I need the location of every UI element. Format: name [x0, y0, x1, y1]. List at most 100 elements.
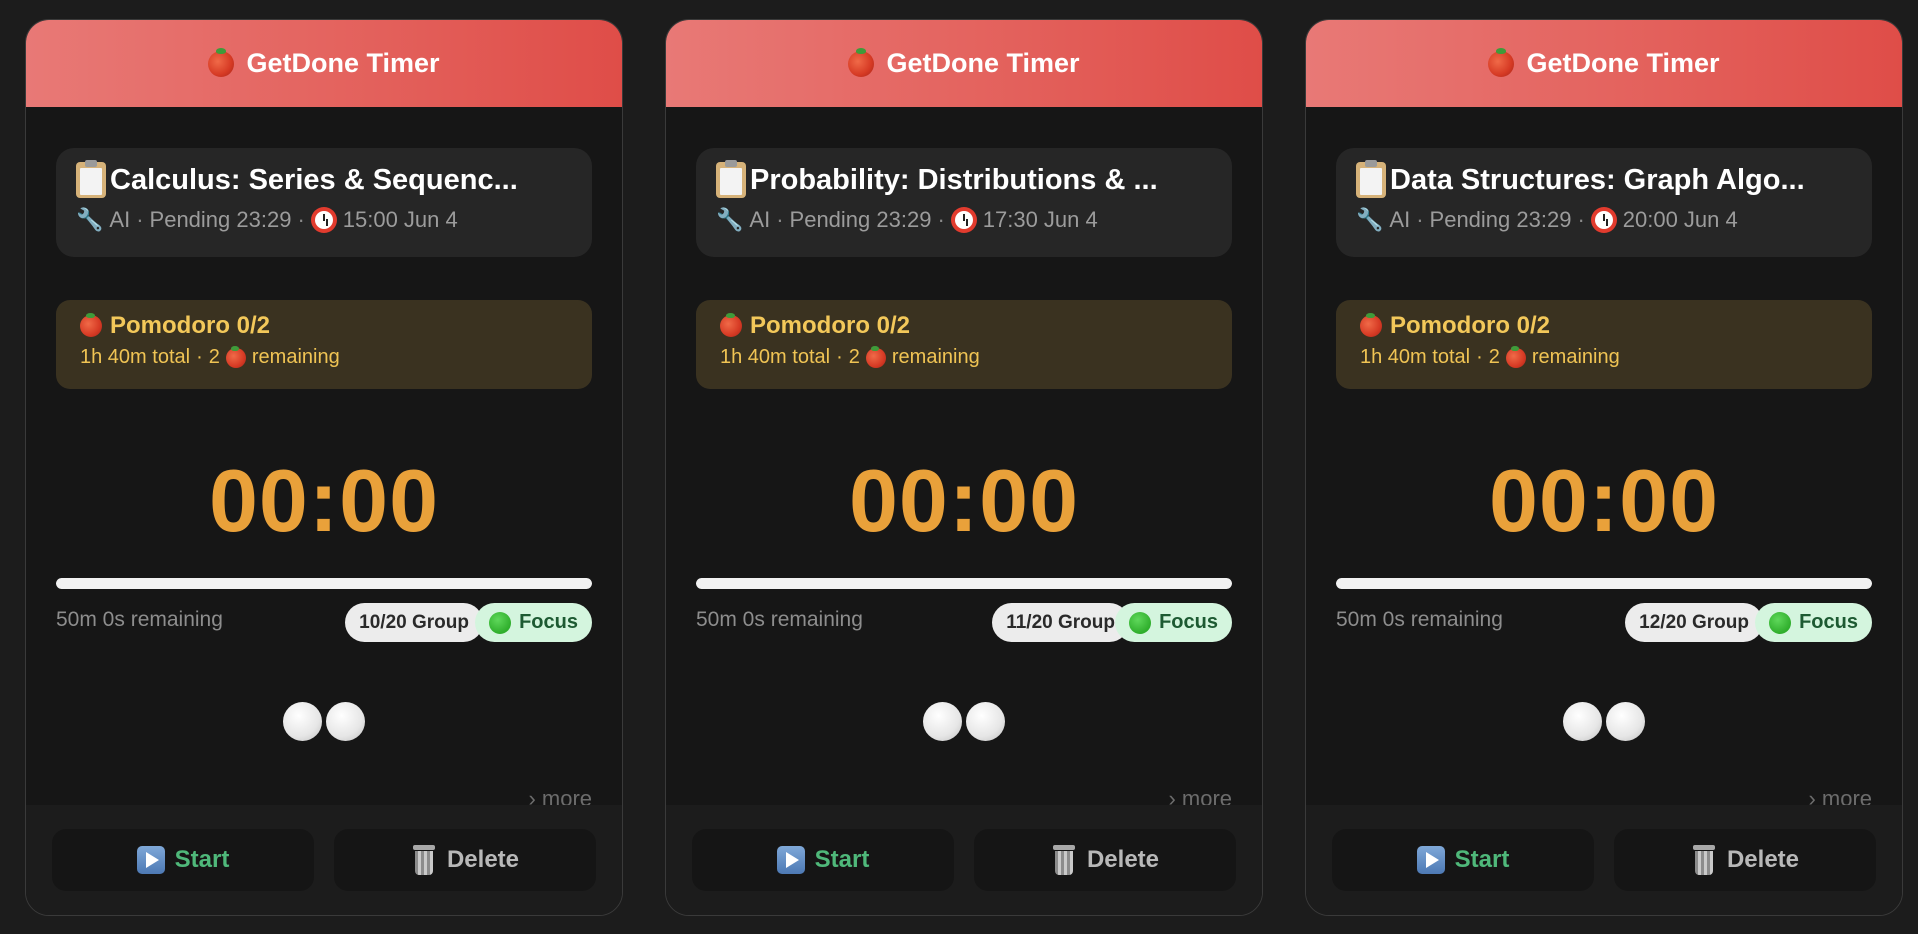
pomodoro-remaining-label: remaining	[251, 346, 340, 368]
task-info[interactable]: Data Structures: Graph Algo... 🔧 AI · Pe…	[1336, 148, 1872, 257]
pomodoro-total: 1h 40m total	[1360, 346, 1471, 368]
pomodoro-title-row: Pomodoro 0/2	[1360, 312, 1848, 340]
tomato-icon	[225, 345, 246, 368]
session-indicators	[26, 702, 622, 741]
card-header: GetDone Timer	[26, 20, 622, 107]
pomodoro-summary: 1h 40m total · 2 remaining	[1360, 345, 1848, 369]
remaining-time: 50m 0s remaining	[56, 608, 223, 631]
green-circle-icon	[1129, 611, 1152, 634]
timer-card: GetDone Timer Data Structures: Graph Alg…	[1305, 19, 1903, 916]
focus-label: Focus	[1159, 611, 1218, 633]
card-header: GetDone Timer	[666, 20, 1262, 107]
separator: ·	[937, 207, 945, 232]
task-status: Pending 23:29	[789, 207, 932, 232]
white-circle-icon	[923, 702, 962, 741]
pomodoro-summary: 1h 40m total · 2 remaining	[720, 345, 1208, 369]
delete-label: Delete	[1086, 846, 1160, 873]
progress-bar	[696, 578, 1232, 589]
card-footer: Start Delete	[26, 805, 622, 915]
trash-icon	[411, 845, 437, 875]
card-header: GetDone Timer	[1306, 20, 1902, 107]
start-button[interactable]: Start	[1332, 829, 1594, 891]
play-icon	[136, 846, 165, 874]
tomato-icon	[1505, 345, 1526, 368]
pomodoro-title: Pomodoro 0/2	[750, 312, 911, 339]
pomodoro-title-row: Pomodoro 0/2	[720, 312, 1208, 340]
separator: ·	[1416, 207, 1424, 232]
pomodoro-remaining-label: remaining	[1531, 346, 1620, 368]
remaining-time: 50m 0s remaining	[696, 608, 863, 631]
start-button[interactable]: Start	[52, 829, 314, 891]
progress-fill	[1336, 578, 1872, 589]
pomodoro-count: 2	[1488, 346, 1500, 368]
wrench-icon: 🔧	[716, 207, 744, 232]
delete-button[interactable]: Delete	[974, 829, 1236, 891]
task-info[interactable]: Probability: Distributions & ... 🔧 AI · …	[696, 148, 1232, 257]
task-source: AI	[109, 207, 131, 232]
task-title: Data Structures: Graph Algo...	[1390, 163, 1805, 196]
timer-display: 00:00	[1488, 451, 1720, 550]
task-title: Calculus: Series & Sequenc...	[110, 163, 518, 196]
header-title: GetDone Timer	[246, 48, 440, 78]
alarm-clock-icon	[310, 207, 337, 233]
green-circle-icon	[489, 611, 512, 634]
clipboard-icon	[76, 160, 106, 198]
task-title-row: Probability: Distributions & ...	[716, 158, 1212, 202]
white-circle-icon	[1563, 702, 1602, 741]
start-label: Start	[174, 846, 230, 873]
pomodoro-title: Pomodoro 0/2	[1390, 312, 1551, 339]
clipboard-icon	[1356, 160, 1386, 198]
task-due: 15:00 Jun 4	[342, 207, 458, 232]
card-footer: Start Delete	[666, 805, 1262, 915]
white-circle-icon	[283, 702, 322, 741]
separator: ·	[297, 207, 305, 232]
start-button[interactable]: Start	[692, 829, 954, 891]
play-icon	[776, 846, 805, 874]
task-status: Pending 23:29	[1429, 207, 1572, 232]
pomodoro-total: 1h 40m total	[720, 346, 831, 368]
delete-button[interactable]: Delete	[334, 829, 596, 891]
card-footer: Start Delete	[1306, 805, 1902, 915]
tomato-icon	[865, 345, 886, 368]
separator: ·	[836, 346, 843, 368]
separator: ·	[136, 207, 144, 232]
separator: ·	[1577, 207, 1585, 232]
session-indicators	[666, 702, 1262, 741]
header-title: GetDone Timer	[1526, 48, 1720, 78]
green-circle-icon	[1769, 611, 1792, 634]
timer-card: GetDone Timer Probability: Distributions…	[665, 19, 1263, 916]
play-icon	[1416, 846, 1445, 874]
trash-icon	[1691, 845, 1717, 875]
white-circle-icon	[1606, 702, 1645, 741]
tomato-icon	[848, 47, 875, 77]
session-indicators	[1306, 702, 1902, 741]
focus-badge: Focus	[1115, 603, 1232, 642]
pomodoro-title: Pomodoro 0/2	[110, 312, 271, 339]
separator: ·	[1476, 346, 1483, 368]
group-badge: 12/20 Group	[1625, 603, 1763, 642]
task-meta: 🔧 AI · Pending 23:29 · 20:00 Jun 4	[1356, 207, 1852, 233]
progress-bar	[1336, 578, 1872, 589]
task-source: AI	[749, 207, 771, 232]
trash-icon	[1051, 845, 1077, 875]
tomato-icon	[80, 313, 102, 337]
focus-label: Focus	[1799, 611, 1858, 633]
task-due: 20:00 Jun 4	[1622, 207, 1738, 232]
white-circle-icon	[966, 702, 1005, 741]
clipboard-icon	[716, 160, 746, 198]
group-badge: 10/20 Group	[345, 603, 483, 642]
delete-button[interactable]: Delete	[1614, 829, 1876, 891]
task-info[interactable]: Calculus: Series & Sequenc... 🔧 AI · Pen…	[56, 148, 592, 257]
task-source: AI	[1389, 207, 1411, 232]
wrench-icon: 🔧	[76, 207, 104, 232]
task-status: Pending 23:29	[149, 207, 292, 232]
alarm-clock-icon	[1590, 207, 1617, 233]
start-label: Start	[1454, 846, 1510, 873]
task-meta: 🔧 AI · Pending 23:29 · 17:30 Jun 4	[716, 207, 1212, 233]
group-badge: 11/20 Group	[992, 603, 1129, 642]
remaining-time: 50m 0s remaining	[1336, 608, 1503, 631]
pomodoro-panel: Pomodoro 0/2 1h 40m total · 2 remaining	[56, 300, 592, 389]
pomodoro-panel: Pomodoro 0/2 1h 40m total · 2 remaining	[696, 300, 1232, 389]
pomodoro-title-row: Pomodoro 0/2	[80, 312, 568, 340]
task-title: Probability: Distributions & ...	[750, 163, 1158, 196]
